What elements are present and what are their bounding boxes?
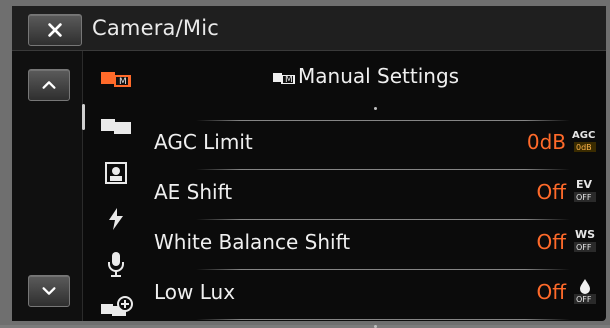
top-bar: Camera/Mic [12,6,606,51]
portrait-tab[interactable] [94,158,138,188]
camera-icon [101,119,131,134]
setting-label: AE Shift [154,180,233,204]
settings-list: AGC Limit 0dB AGC 0dB AE Shift Off EV OF… [138,115,606,328]
close-icon [48,23,62,37]
microphone-icon [108,252,124,277]
setting-label: AGC Limit [154,130,253,154]
left-nav-column [12,51,83,321]
setting-label: White Balance Shift [154,230,351,254]
manual-settings-icon: M [273,73,295,85]
setting-value: Off [536,180,566,204]
ws-icon-bottom-text: OFF [576,243,592,252]
setting-value: Off [536,230,566,254]
setting-label: Low Lux [154,280,236,304]
scroll-indicator [82,104,85,130]
settings-content: M Manual Settings AGC Limit 0dB AGC 0dB [138,51,606,328]
section-header: M Manual Settings [138,51,606,110]
svg-text:M: M [285,75,293,85]
camera-plus-tab[interactable] [94,294,138,324]
scroll-down-button[interactable] [28,275,70,307]
chevron-down-icon [42,287,56,295]
list-top-dot [374,107,377,110]
camera-mic-menu-panel: Camera/Mic M M Manual Settings AGC Limit… [12,6,606,328]
microphone-tab[interactable] [94,250,138,280]
manual-camera-icon: M [101,72,131,87]
ev-icon-top-text: EV [576,178,593,191]
low-lux-icon-bottom-text: OFF [576,295,592,304]
camera-tab[interactable] [94,112,138,142]
setting-row-white-balance-shift[interactable]: White Balance Shift Off WS OFF [138,219,606,267]
flash-tab[interactable] [94,204,138,234]
portrait-icon [105,162,127,184]
chevron-up-icon [42,81,56,89]
manual-camera-tab[interactable]: M [94,66,138,96]
agc-icon-bottom-text: 0dB [576,143,592,152]
page-title: Camera/Mic [92,16,219,40]
close-button[interactable] [28,14,82,46]
screen-frame: Camera/Mic M M Manual Settings AGC Limit… [0,0,610,328]
white-balance-shift-icon: WS OFF [574,228,596,252]
setting-row-low-lux[interactable]: Low Lux Off OFF [138,269,606,317]
category-icon-strip: M [94,62,138,320]
scroll-up-button[interactable] [28,69,70,101]
ae-shift-icon: EV OFF [574,178,596,202]
svg-text:M: M [119,77,127,87]
camera-plus-icon [101,296,133,316]
low-lux-icon: OFF [574,279,596,304]
setting-row-ae-shift[interactable]: AE Shift Off EV OFF [138,169,606,217]
section-title: Manual Settings [298,64,460,88]
flash-icon [109,208,123,230]
separator-bottom [196,319,570,320]
ev-icon-bottom-text: OFF [576,193,592,202]
setting-row-agc-limit[interactable]: AGC Limit 0dB AGC 0dB [138,119,606,167]
setting-value: Off [536,280,566,304]
ws-icon-top-text: WS [575,228,595,241]
agc-icon-top-text: AGC [572,130,595,141]
agc-limit-icon: AGC 0dB [572,130,596,152]
setting-value: 0dB [526,130,566,154]
